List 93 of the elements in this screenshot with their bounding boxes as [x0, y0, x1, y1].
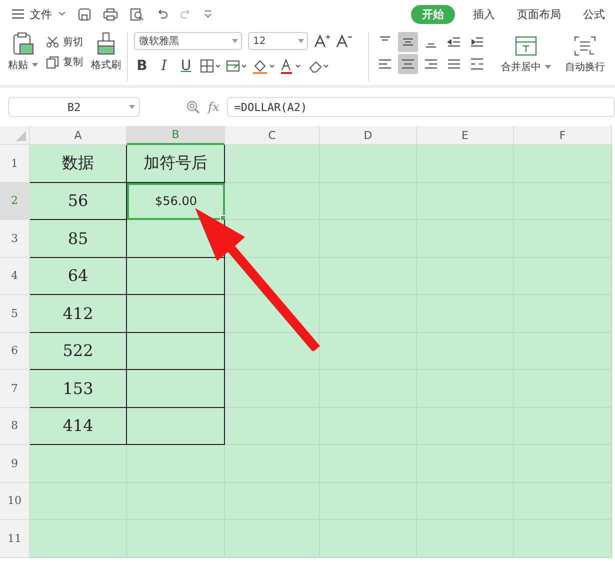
borders-icon[interactable] [200, 59, 220, 73]
cell-value: 56 [68, 191, 88, 210]
underline-button[interactable]: U [178, 58, 194, 74]
cell-value: 153 [62, 378, 94, 398]
table-cell[interactable] [127, 258, 225, 295]
align-button[interactable] [398, 32, 418, 52]
caret-icon[interactable] [129, 105, 135, 109]
table-cell[interactable]: 85 [30, 220, 127, 258]
save-icon[interactable] [78, 8, 91, 20]
cell-value: 64 [68, 266, 88, 286]
redo-icon[interactable] [180, 8, 192, 20]
caret-icon[interactable] [58, 11, 66, 17]
menu-icon[interactable] [12, 9, 24, 19]
row-header[interactable]: 7 [0, 370, 30, 408]
ribbon-tab[interactable]: 插入 [473, 4, 495, 24]
table-cell[interactable]: 414 [30, 408, 127, 445]
row-header[interactable]: 6 [0, 332, 30, 370]
column-header[interactable]: F [514, 126, 612, 145]
column-header[interactable]: A [30, 126, 127, 145]
format-painter-button[interactable]: 格式刷 [91, 58, 121, 72]
align-icon[interactable] [447, 36, 461, 48]
cut-button[interactable]: 剪切 [63, 35, 83, 49]
print-preview-icon[interactable] [130, 8, 144, 20]
copy-icon[interactable] [46, 56, 59, 68]
cell-value: 414 [62, 416, 94, 436]
table-cell[interactable]: 数据 [30, 145, 127, 182]
table-cell[interactable]: 64 [30, 258, 127, 295]
align-button[interactable] [398, 54, 418, 74]
column-header[interactable]: C [225, 126, 320, 145]
copy-button[interactable]: 复制 [63, 55, 83, 69]
ribbon-tab[interactable]: 公式 [583, 4, 605, 24]
align-icon[interactable] [401, 36, 415, 48]
wrap-text-icon[interactable] [574, 36, 596, 56]
row-header[interactable]: 3 [0, 220, 30, 258]
cell-value: 加符号后 [144, 152, 208, 174]
brush-icon[interactable] [96, 32, 116, 56]
merge-cells-icon[interactable] [515, 36, 537, 56]
table-cell[interactable]: 522 [30, 332, 127, 370]
row-header[interactable]: 5 [0, 295, 30, 332]
column-header[interactable]: E [417, 126, 514, 145]
caret-icon[interactable] [298, 39, 307, 43]
cell-value: 85 [68, 228, 88, 248]
name-box[interactable]: B2 [8, 97, 140, 117]
table-cell[interactable]: $56.00 [127, 182, 225, 220]
cell-value: 数据 [62, 152, 94, 174]
font-color-icon[interactable] [280, 58, 302, 74]
font-size-field[interactable]: 12 [253, 36, 266, 46]
table-cell[interactable]: 412 [30, 295, 127, 332]
table-cell[interactable] [127, 408, 225, 445]
bold-button[interactable]: B [134, 58, 150, 74]
row-header[interactable]: 10 [0, 482, 30, 520]
print-icon[interactable] [103, 8, 118, 20]
table-cell[interactable] [127, 332, 225, 370]
fx-label[interactable]: fx [208, 100, 220, 114]
merge-center-button[interactable]: 合并居中 [501, 60, 541, 74]
table-cell[interactable]: 153 [30, 370, 127, 408]
formula-field[interactable]: =DOLLAR(A2) [227, 97, 615, 117]
table-cell[interactable] [127, 370, 225, 408]
dropdown-icon[interactable] [204, 10, 212, 18]
column-header[interactable]: D [320, 126, 417, 145]
align-icon[interactable] [470, 58, 484, 70]
ribbon-tab[interactable]: 页面布局 [517, 4, 561, 24]
scissors-icon[interactable] [46, 36, 59, 48]
cell-style-icon[interactable] [226, 59, 246, 73]
table-cell[interactable] [127, 295, 225, 332]
row-header[interactable]: 11 [0, 520, 30, 558]
cell-value: $56.00 [155, 194, 197, 208]
align-icon[interactable] [470, 36, 484, 48]
wrap-text-button[interactable]: 自动换行 [565, 60, 605, 74]
italic-button[interactable]: I [156, 58, 172, 74]
eraser-icon[interactable] [308, 58, 330, 74]
file-menu[interactable]: 文件 [30, 6, 52, 22]
row-header[interactable]: 8 [0, 408, 30, 445]
cell-value: 412 [62, 304, 94, 323]
zoom-icon[interactable] [186, 100, 200, 114]
row-header[interactable]: 9 [0, 445, 30, 482]
cell-value: 522 [62, 341, 94, 360]
align-icon[interactable] [378, 58, 392, 70]
clipboard-icon[interactable] [12, 32, 34, 56]
caret-icon[interactable] [32, 63, 38, 67]
table-cell[interactable]: 加符号后 [127, 145, 225, 182]
align-icon[interactable] [401, 58, 415, 70]
paste-button[interactable]: 粘贴 [8, 58, 28, 72]
table-cell[interactable]: 56 [30, 182, 127, 220]
caret-icon[interactable] [545, 65, 551, 69]
increase-font-icon[interactable] [314, 34, 330, 48]
decrease-font-icon[interactable] [336, 34, 352, 48]
undo-icon[interactable] [156, 8, 168, 20]
row-header[interactable]: 4 [0, 258, 30, 295]
align-icon[interactable] [447, 58, 461, 70]
row-header[interactable]: 1 [0, 145, 30, 182]
fill-color-icon[interactable] [252, 58, 274, 74]
align-icon[interactable] [424, 58, 438, 70]
